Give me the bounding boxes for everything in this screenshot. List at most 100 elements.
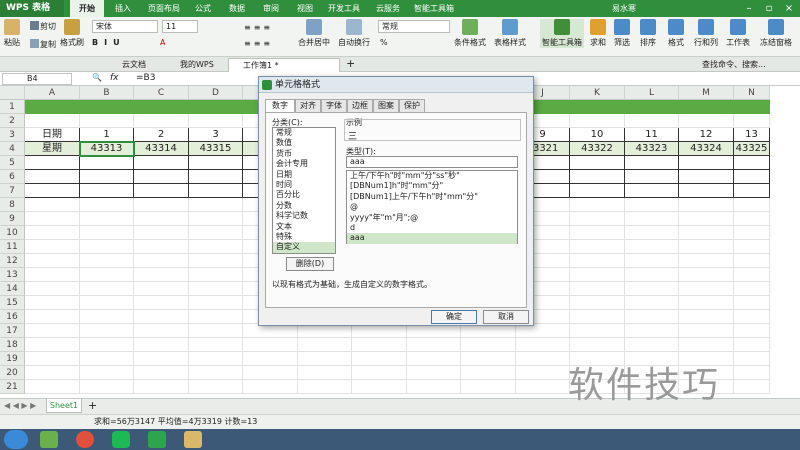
cell[interactable] xyxy=(134,352,189,366)
cell[interactable] xyxy=(625,338,679,352)
cell[interactable] xyxy=(570,114,625,128)
cell[interactable] xyxy=(679,254,734,268)
wechat-icon[interactable] xyxy=(112,431,130,448)
column-header[interactable]: B xyxy=(80,86,134,100)
category-item[interactable]: 货币 xyxy=(273,149,335,159)
dialog-tab-number[interactable]: 数字 xyxy=(265,99,295,113)
delete-button[interactable]: 删除(D) xyxy=(286,257,334,271)
cell[interactable] xyxy=(189,296,243,310)
cell[interactable] xyxy=(407,380,461,394)
cell[interactable] xyxy=(134,310,189,324)
cell[interactable] xyxy=(570,226,625,240)
cell[interactable] xyxy=(189,268,243,282)
cell[interactable] xyxy=(679,212,734,226)
cell[interactable] xyxy=(625,212,679,226)
row-header[interactable]: 14 xyxy=(0,282,25,296)
cell[interactable] xyxy=(134,240,189,254)
cell[interactable] xyxy=(80,212,134,226)
freeze-panes-button[interactable]: 冻结窗格 xyxy=(760,19,792,48)
cell[interactable] xyxy=(243,352,298,366)
cell[interactable] xyxy=(679,226,734,240)
cell[interactable] xyxy=(734,240,770,254)
cell[interactable] xyxy=(134,296,189,310)
dialog-tab-align[interactable]: 对齐 xyxy=(295,99,321,112)
cell[interactable] xyxy=(516,366,570,380)
type-item[interactable]: [DBNum1]上午/下午h"时"mm"分" xyxy=(347,192,517,202)
type-item[interactable]: @ xyxy=(347,202,517,212)
cell[interactable] xyxy=(734,226,770,240)
doc-tab-cloud[interactable]: 云文档 xyxy=(108,58,146,72)
cell[interactable] xyxy=(516,338,570,352)
cell[interactable]: 43325 xyxy=(734,142,770,156)
conditional-format-button[interactable]: 条件格式 xyxy=(454,19,486,48)
format-painter-button[interactable]: 格式刷 xyxy=(60,19,84,48)
column-header[interactable]: M xyxy=(679,86,734,100)
cell[interactable] xyxy=(134,156,189,170)
column-header[interactable]: K xyxy=(570,86,625,100)
category-item[interactable]: 会计专用 xyxy=(273,159,335,169)
cell[interactable] xyxy=(679,170,734,184)
cell[interactable] xyxy=(25,282,80,296)
cell[interactable] xyxy=(570,282,625,296)
cell[interactable] xyxy=(134,170,189,184)
cell[interactable] xyxy=(134,212,189,226)
cell[interactable]: 43315 xyxy=(189,142,243,156)
cell[interactable] xyxy=(25,170,80,184)
cell[interactable] xyxy=(734,352,770,366)
cell[interactable] xyxy=(134,198,189,212)
cell[interactable] xyxy=(625,226,679,240)
cell[interactable] xyxy=(570,310,625,324)
cell[interactable]: 3 xyxy=(189,128,243,142)
cell[interactable] xyxy=(570,268,625,282)
cell[interactable] xyxy=(625,254,679,268)
add-sheet-icon[interactable]: + xyxy=(88,399,97,412)
cell[interactable] xyxy=(134,366,189,380)
cell[interactable] xyxy=(679,114,734,128)
align-left-icons[interactable]: ≡≡≡ xyxy=(244,39,273,48)
explorer-icon[interactable] xyxy=(184,431,202,448)
cell[interactable] xyxy=(407,352,461,366)
menu-tab-cloud[interactable]: 云服务 xyxy=(370,0,406,17)
cell[interactable] xyxy=(734,114,770,128)
menu-tab-data[interactable]: 数据 xyxy=(224,0,250,17)
cell[interactable] xyxy=(80,254,134,268)
cell[interactable] xyxy=(243,366,298,380)
column-header[interactable]: L xyxy=(625,86,679,100)
cell[interactable] xyxy=(734,366,770,380)
cell[interactable] xyxy=(734,268,770,282)
column-header[interactable]: N xyxy=(734,86,770,100)
cell[interactable] xyxy=(25,240,80,254)
cell[interactable] xyxy=(570,296,625,310)
cell[interactable] xyxy=(734,380,770,394)
cell[interactable] xyxy=(134,338,189,352)
cell[interactable] xyxy=(298,324,352,338)
cell[interactable]: 10 xyxy=(570,128,625,142)
cell[interactable] xyxy=(134,114,189,128)
cell[interactable] xyxy=(243,338,298,352)
cell[interactable] xyxy=(734,212,770,226)
row-header[interactable]: 4 xyxy=(0,142,25,156)
cell[interactable] xyxy=(570,170,625,184)
cell[interactable]: 43314 xyxy=(134,142,189,156)
cell[interactable] xyxy=(734,324,770,338)
cell[interactable] xyxy=(625,324,679,338)
cell[interactable] xyxy=(407,366,461,380)
cell[interactable] xyxy=(80,296,134,310)
cell[interactable] xyxy=(679,324,734,338)
doc-tab-mywps[interactable]: 我的WPS xyxy=(166,58,214,72)
cell[interactable] xyxy=(625,310,679,324)
cell[interactable] xyxy=(570,184,625,198)
dialog-tab-pattern[interactable]: 图案 xyxy=(373,99,399,112)
percent-button[interactable]: % xyxy=(380,38,388,47)
cell[interactable] xyxy=(679,282,734,296)
cell[interactable] xyxy=(189,184,243,198)
cell[interactable]: 13 xyxy=(734,128,770,142)
row-header[interactable]: 16 xyxy=(0,310,25,324)
name-box[interactable]: B4 xyxy=(2,73,72,85)
ok-button[interactable]: 确定 xyxy=(431,310,477,324)
cell[interactable]: 12 xyxy=(679,128,734,142)
cell[interactable] xyxy=(625,282,679,296)
cell[interactable] xyxy=(134,268,189,282)
copy-button[interactable]: 复制 xyxy=(30,39,56,50)
row-header[interactable]: 17 xyxy=(0,324,25,338)
